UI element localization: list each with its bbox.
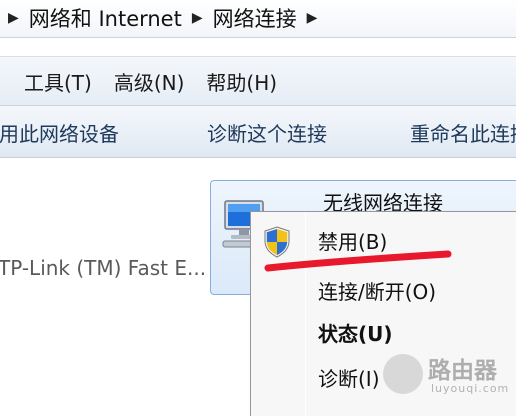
menu-help[interactable]: 帮助(H) <box>195 57 288 105</box>
chevron-right-icon[interactable]: ▶ <box>307 11 318 25</box>
breadcrumb-network-internet[interactable]: 网络和 Internet <box>29 3 182 33</box>
menu-bar: 工具(T) 高级(N) 帮助(H) <box>0 56 516 106</box>
menu-tools[interactable]: 工具(T) <box>0 57 103 105</box>
watermark-subtext: luyouqi.com <box>431 382 510 395</box>
red-annotation-mark <box>264 250 452 272</box>
watermark-logo-icon <box>383 354 423 394</box>
address-bar[interactable]: ▶ 网络和 Internet ▶ 网络连接 ▶ <box>0 0 516 38</box>
menu-gutter-divider <box>305 212 306 416</box>
menu-item-status[interactable]: 状态(U) <box>318 318 393 347</box>
command-bar: 禁用此网络设备 诊断这个连接 重命名此连接 <box>0 106 516 158</box>
chevron-right-icon[interactable]: ▶ <box>8 11 19 25</box>
rename-connection-button[interactable]: 重命名此连接 <box>410 106 516 158</box>
watermark-text: 路由器 <box>428 358 497 384</box>
ethernet-adapter-label[interactable]: TP-Link (TM) Fast E... <box>0 256 206 280</box>
breadcrumb-network-connections[interactable]: 网络连接 <box>213 3 297 33</box>
breadcrumb: ▶ 网络和 Internet ▶ 网络连接 ▶ <box>8 0 317 36</box>
menu-advanced[interactable]: 高级(N) <box>103 57 196 105</box>
chevron-right-icon[interactable]: ▶ <box>192 11 203 25</box>
diagnose-connection-button[interactable]: 诊断这个连接 <box>207 106 327 158</box>
disable-device-button[interactable]: 禁用此网络设备 <box>0 106 119 158</box>
menu-item-diagnose[interactable]: 诊断(I) <box>318 363 380 392</box>
menu-item-connect-disconnect[interactable]: 连接/断开(O) <box>318 276 436 305</box>
